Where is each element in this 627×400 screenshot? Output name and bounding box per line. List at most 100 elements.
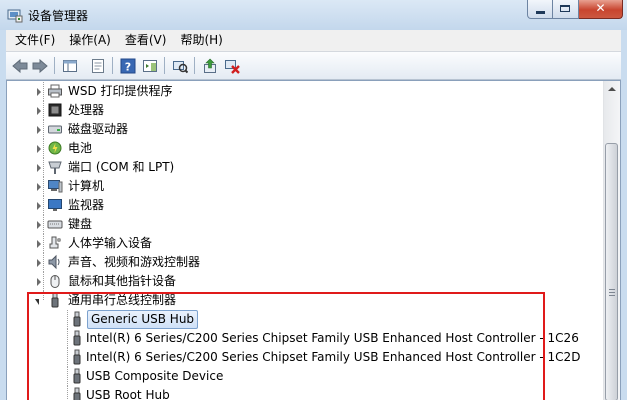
vertical-scrollbar[interactable]	[603, 81, 620, 400]
usb-controller-icon	[51, 292, 59, 308]
tree-item-label: 端口 (COM 和 LPT)	[68, 160, 175, 174]
tree-item-wsd-print[interactable]: WSD 打印提供程序	[7, 82, 605, 101]
close-icon: ✕	[595, 1, 606, 15]
expand-arrow-icon[interactable]	[37, 107, 41, 115]
tree-item-label: 监视器	[68, 198, 105, 212]
collapse-arrow-icon[interactable]	[35, 299, 39, 305]
tree-guide-line	[43, 272, 44, 291]
title-bar[interactable]: 设备管理器 ✕	[0, 0, 627, 30]
tree-item-ehci-1c26[interactable]: Intel(R) 6 Series/C200 Series Chipset Fa…	[7, 329, 605, 348]
minimize-button[interactable]	[527, 0, 553, 19]
update-driver-button[interactable]	[200, 56, 220, 76]
menu-help[interactable]: 帮助(H)	[175, 30, 227, 51]
show-hide-tree-button[interactable]	[60, 56, 80, 76]
expand-arrow-icon[interactable]	[37, 88, 41, 96]
show-hide-action-pane-button[interactable]	[140, 56, 160, 76]
help-button[interactable]: ?	[118, 56, 138, 76]
tree-item-generic-usb-hub[interactable]: Generic USB Hub	[7, 310, 605, 329]
menu-view[interactable]: 查看(V)	[120, 30, 172, 51]
expand-arrow-icon[interactable]	[37, 183, 41, 191]
tree-guide-line	[67, 386, 68, 400]
maximize-icon	[560, 5, 570, 12]
help-icon: ?	[120, 58, 136, 74]
disk-drive-icon	[48, 125, 62, 134]
processor-icon	[48, 103, 62, 117]
window-title: 设备管理器	[28, 9, 89, 23]
tree-guide-line	[43, 139, 44, 158]
toolbar-separator	[112, 57, 113, 74]
tree-item-label: 键盘	[68, 217, 93, 231]
toolbar-separator	[194, 57, 195, 74]
port-icon	[48, 161, 62, 174]
forward-button[interactable]	[30, 56, 50, 76]
tree-item-hid[interactable]: 人体学输入设备	[7, 234, 605, 253]
tree-guide-line	[43, 234, 44, 253]
tree-item-label: 计算机	[68, 179, 105, 193]
tree-guide-line	[43, 291, 44, 300]
device-manager-window: 设备管理器 ✕ 文件(F) 操作(A) 查看(V) 帮助(H) ? WSD 打印…	[0, 0, 627, 400]
maximize-button[interactable]	[553, 0, 579, 19]
expand-arrow-icon[interactable]	[37, 126, 41, 134]
scan-hardware-button[interactable]	[170, 56, 190, 76]
battery-icon	[48, 141, 62, 155]
tree-item-label: USB Root Hub	[86, 388, 170, 400]
properties-icon	[92, 59, 104, 73]
scroll-up-arrow-icon	[608, 87, 616, 91]
hid-icon	[49, 236, 61, 249]
tree-item-ports[interactable]: 端口 (COM 和 LPT)	[7, 158, 605, 177]
tree-item-label: 通用串行总线控制器	[68, 293, 177, 307]
scan-hardware-icon	[173, 61, 188, 74]
tree-item-monitors[interactable]: 监视器	[7, 196, 605, 215]
tree-item-sound[interactable]: 声音、视频和游戏控制器	[7, 253, 605, 272]
tree-item-computer[interactable]: 计算机	[7, 177, 605, 196]
tree-item-label: WSD 打印提供程序	[68, 84, 173, 98]
back-button[interactable]	[10, 56, 30, 76]
expand-arrow-icon[interactable]	[37, 145, 41, 153]
menu-action[interactable]: 操作(A)	[64, 30, 116, 51]
properties-button[interactable]	[88, 56, 108, 76]
tree-item-usb-composite[interactable]: USB Composite Device	[7, 367, 605, 386]
toolbar-separator	[54, 57, 55, 74]
tree-guide-line	[67, 367, 68, 386]
printer-icon	[48, 84, 62, 98]
sound-icon	[48, 254, 60, 270]
tree-item-label: 声音、视频和游戏控制器	[68, 255, 201, 269]
toolbar: ?	[6, 52, 621, 80]
scrollbar-grip-icon	[609, 289, 615, 298]
tree-item-battery[interactable]: 电池	[7, 139, 605, 158]
device-tree-panel: WSD 打印提供程序 处理器 磁盘驱动器 电池 端口 (COM 和 LPT) 计…	[6, 80, 621, 400]
expand-arrow-icon[interactable]	[37, 278, 41, 286]
uninstall-icon	[225, 60, 240, 74]
expand-arrow-icon[interactable]	[37, 202, 41, 210]
tree-item-usb-controllers[interactable]: 通用串行总线控制器	[7, 291, 605, 310]
tree-guide-line	[43, 253, 44, 272]
mouse-icon	[50, 275, 60, 288]
svg-text:?: ?	[125, 61, 131, 74]
tree-item-label: USB Composite Device	[86, 369, 224, 383]
tree-guide-line	[43, 120, 44, 139]
tree-item-processor[interactable]: 处理器	[7, 101, 605, 120]
scroll-up-button[interactable]	[604, 81, 620, 97]
close-button[interactable]: ✕	[579, 0, 623, 19]
expand-arrow-icon[interactable]	[37, 221, 41, 229]
forward-arrow-icon	[32, 59, 48, 73]
tree-item-disk-drives[interactable]: 磁盘驱动器	[7, 120, 605, 139]
tree-item-label: Generic USB Hub	[87, 310, 199, 329]
toolbar-separator	[164, 57, 165, 74]
scrollbar-thumb[interactable]	[605, 143, 618, 400]
tree-item-usb-root-hub[interactable]: USB Root Hub	[7, 386, 605, 400]
expand-arrow-icon[interactable]	[37, 240, 41, 248]
expand-arrow-icon[interactable]	[37, 164, 41, 172]
tree-item-label: 人体学输入设备	[68, 236, 153, 250]
tree-item-ehci-1c2d[interactable]: Intel(R) 6 Series/C200 Series Chipset Fa…	[7, 348, 605, 367]
uninstall-button[interactable]	[222, 56, 242, 76]
console-tree-icon	[63, 60, 77, 72]
tree-item-mice[interactable]: 鼠标和其他指针设备	[7, 272, 605, 291]
expand-arrow-icon[interactable]	[37, 259, 41, 267]
tree-item-label: Intel(R) 6 Series/C200 Series Chipset Fa…	[86, 331, 579, 345]
menu-file[interactable]: 文件(F)	[10, 30, 60, 51]
device-tree[interactable]: WSD 打印提供程序 处理器 磁盘驱动器 电池 端口 (COM 和 LPT) 计…	[7, 81, 605, 400]
tree-item-keyboards[interactable]: 键盘	[7, 215, 605, 234]
tree-guide-line	[67, 310, 68, 329]
tree-guide-line	[67, 348, 68, 367]
